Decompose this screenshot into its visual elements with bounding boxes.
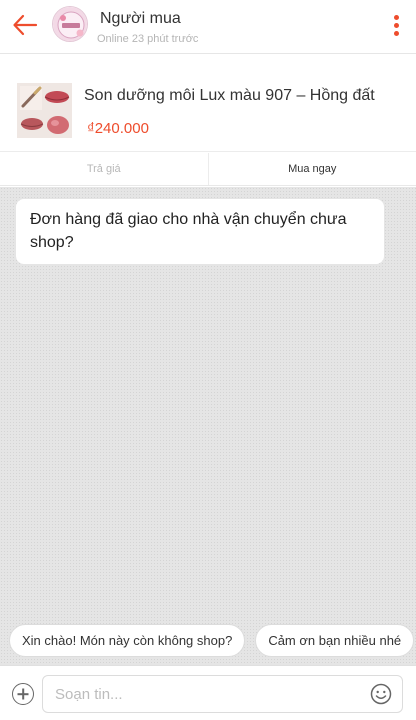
back-button[interactable] (6, 6, 44, 44)
arrow-left-icon (13, 14, 38, 36)
chat-header: Người mua Online 23 phút trước (0, 0, 416, 54)
message-input[interactable] (42, 675, 403, 713)
product-thumbnail (17, 83, 72, 138)
quick-reply-chip[interactable]: Cảm ơn bạn nhiều nhé (255, 624, 415, 657)
online-status: Online 23 phút trước (97, 33, 199, 45)
composer-bar (0, 665, 416, 720)
product-card[interactable]: Son dưỡng môi Lux màu 907 – Hồng đất ₫24… (0, 54, 416, 152)
plus-circle-icon[interactable] (12, 683, 34, 705)
quick-reply-chip[interactable]: Xin chào! Món này còn không shop? (9, 624, 246, 657)
avatar[interactable] (52, 6, 88, 42)
chat-partner-name: Người mua (100, 10, 181, 27)
chat-area[interactable]: Đơn hàng đã giao cho nhà vận chuyển chưa… (0, 187, 416, 665)
more-options-button[interactable] (384, 10, 408, 40)
make-offer-button[interactable]: Trả giá (0, 153, 209, 185)
product-name: Son dưỡng môi Lux màu 907 – Hồng đất (84, 87, 375, 104)
quick-replies: Xin chào! Món này còn không shop? Cảm ơn… (9, 624, 415, 657)
emoji-icon[interactable] (370, 683, 392, 705)
product-actions: Trả giá Mua ngay (0, 153, 416, 186)
more-vertical-icon (393, 14, 399, 20)
product-price: ₫240.000 (87, 120, 149, 137)
buy-now-button[interactable]: Mua ngay (209, 153, 416, 185)
message-bubble[interactable]: Đơn hàng đã giao cho nhà vận chuyển chưa… (16, 199, 384, 264)
